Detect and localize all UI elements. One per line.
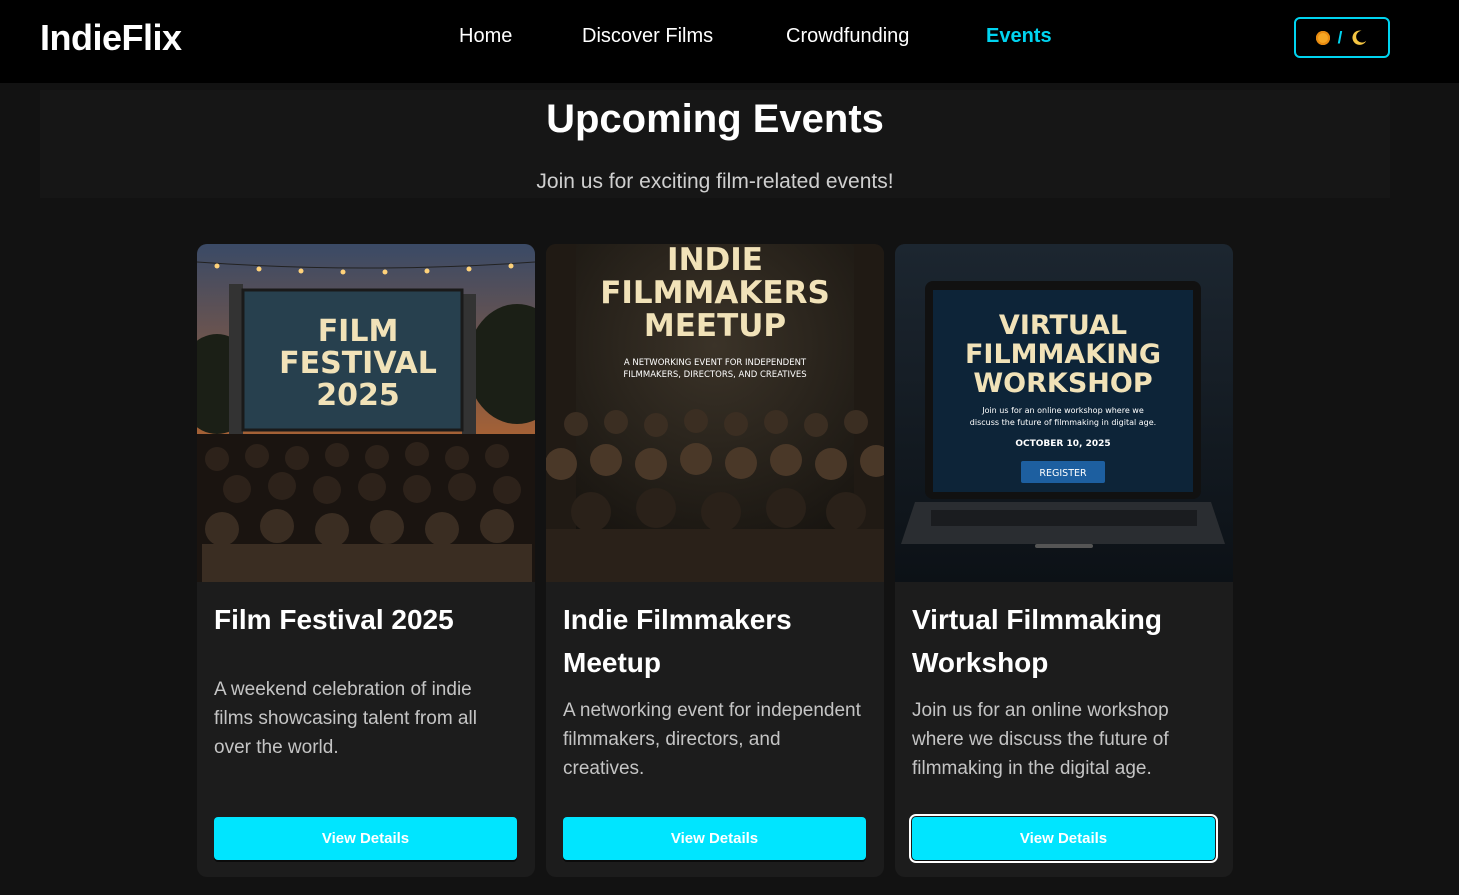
moon-icon: [1352, 30, 1367, 45]
events-hero: Upcoming Events Join us for exciting fil…: [40, 90, 1390, 198]
poster-line-3: WORKSHOP: [973, 368, 1152, 399]
poster-line-1: FILM: [318, 314, 399, 349]
nav-link-home[interactable]: Home: [459, 25, 512, 48]
event-image-virtual-workshop: VIRTUAL FILMMAKING WORKSHOP Join us for …: [895, 244, 1233, 582]
page-title: Upcoming Events: [546, 97, 884, 141]
nav-link-events[interactable]: Events: [986, 25, 1052, 48]
view-details-button[interactable]: View Details: [214, 817, 517, 860]
poster-line-2: FILMMAKERS: [600, 275, 830, 311]
nav-links: Home Discover Films Crowdfunding Events: [0, 25, 1459, 51]
event-description: Join us for an online workshop where we …: [912, 700, 1169, 779]
event-card-virtual-workshop: VIRTUAL FILMMAKING WORKSHOP Join us for …: [895, 244, 1233, 877]
poster-line-1: VIRTUAL: [999, 310, 1127, 341]
poster-line-3: 2025: [316, 378, 400, 413]
poster-register: REGISTER: [1039, 468, 1087, 479]
sun-icon: [1315, 30, 1330, 45]
event-image-film-festival: FILM FESTIVAL 2025: [197, 244, 535, 582]
event-title: Virtual Filmmaking Workshop: [912, 604, 1162, 678]
poster-line-3: MEETUP: [644, 308, 786, 344]
poster-sub-2: discuss the future of filmmaking in digi…: [970, 418, 1156, 427]
event-card-film-festival: FILM FESTIVAL 2025 Film Festival 2025 A …: [197, 244, 535, 877]
poster-tagline-2: FILMMAKERS, DIRECTORS, AND CREATIVES: [623, 370, 806, 380]
view-details-button[interactable]: View Details: [563, 817, 866, 860]
theme-toggle-button[interactable]: /: [1294, 17, 1390, 58]
page-subtitle: Join us for exciting film-related events…: [536, 170, 894, 193]
event-description: A networking event for independent filmm…: [563, 700, 861, 779]
toggle-separator: /: [1337, 27, 1343, 47]
poster-line-1: INDIE: [667, 244, 763, 278]
event-image-filmmakers-meetup: INDIE FILMMAKERS MEETUP A NETWORKING EVE…: [546, 244, 884, 582]
poster-date: OCTOBER 10, 2025: [1015, 439, 1110, 449]
event-title: Film Festival 2025: [214, 604, 454, 635]
event-description: A weekend celebration of indie films sho…: [214, 679, 477, 758]
event-card-filmmakers-meetup: INDIE FILMMAKERS MEETUP A NETWORKING EVE…: [546, 244, 884, 877]
nav-link-crowdfunding[interactable]: Crowdfunding: [786, 25, 909, 48]
navbar: IndieFlix Home Discover Films Crowdfundi…: [0, 0, 1459, 83]
event-title: Indie Filmmakers Meetup: [563, 604, 792, 678]
nav-link-discover-films[interactable]: Discover Films: [582, 25, 713, 48]
view-details-button[interactable]: View Details: [909, 814, 1218, 863]
poster-line-2: FILMMAKING: [965, 339, 1161, 370]
poster-line-2: FESTIVAL: [279, 346, 437, 381]
poster-sub-1: Join us for an online workshop where we: [981, 406, 1144, 415]
poster-tagline-1: A NETWORKING EVENT FOR INDEPENDENT: [624, 358, 807, 368]
